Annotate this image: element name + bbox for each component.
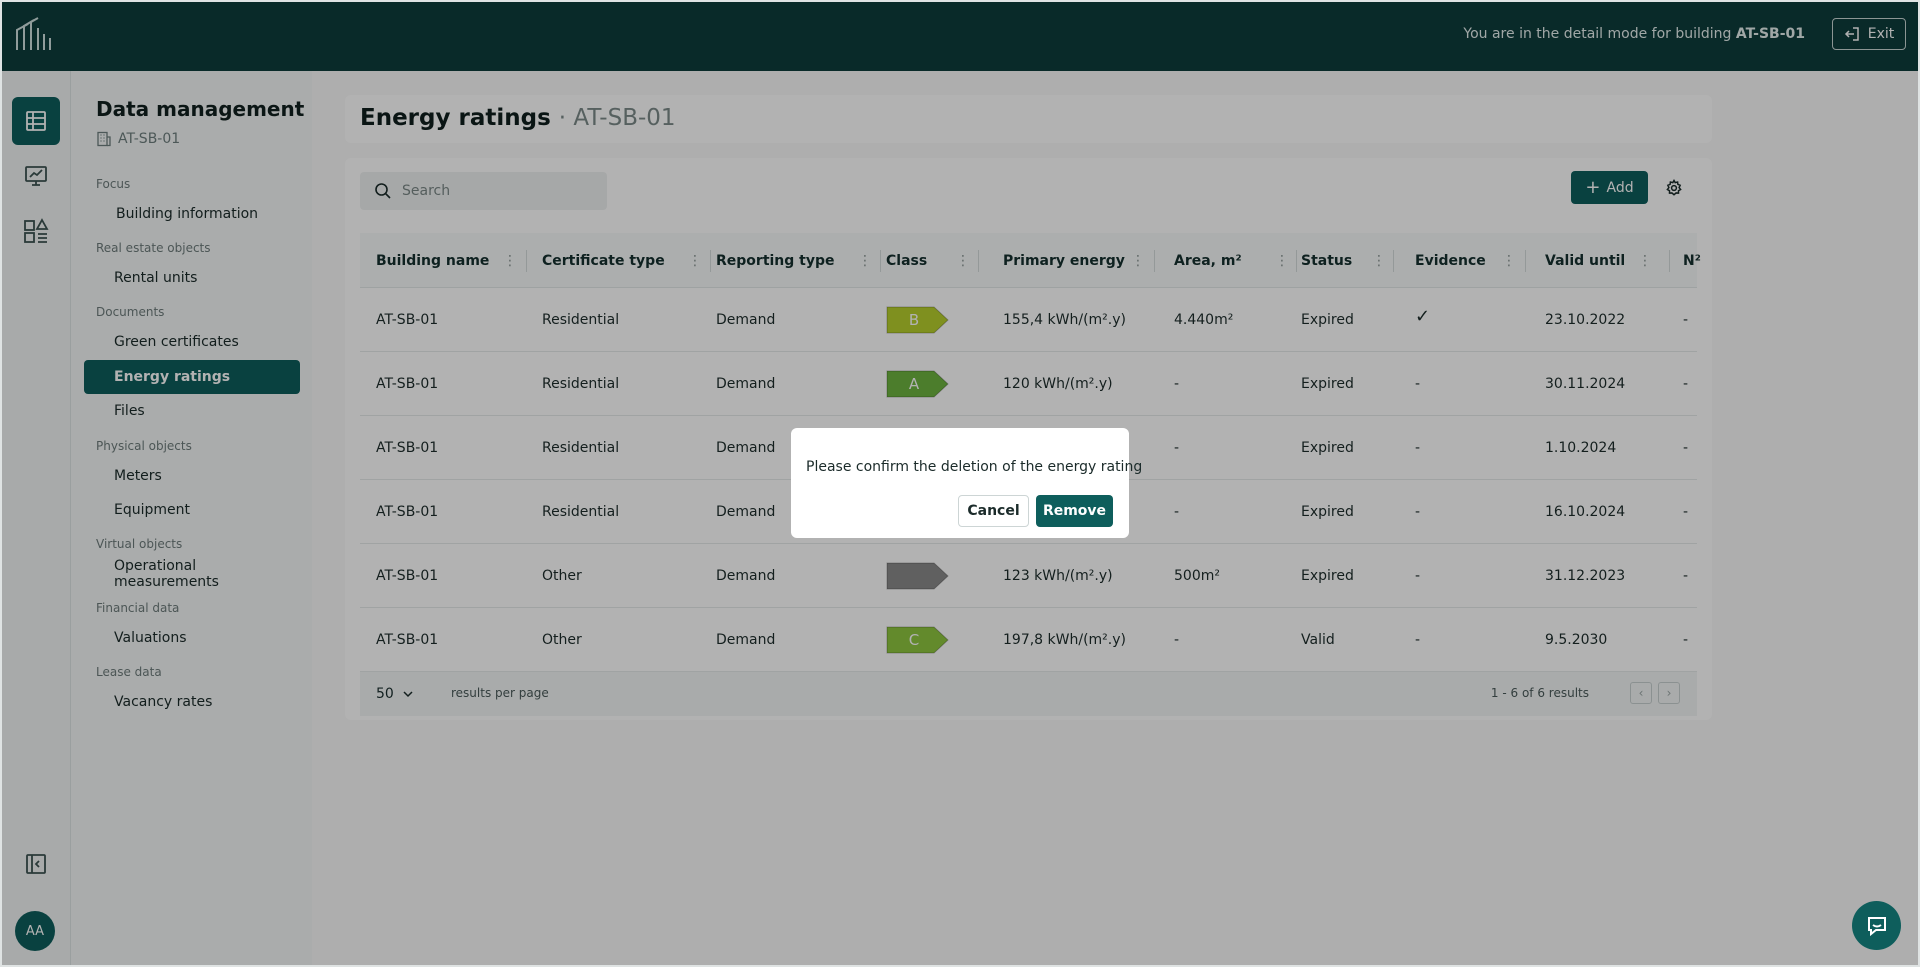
dialog-message: Please confirm the deletion of the energ…: [806, 459, 1143, 475]
remove-button[interactable]: Remove: [1036, 495, 1113, 527]
chat-launcher-button[interactable]: [1852, 901, 1901, 950]
chat-icon: [1867, 916, 1886, 936]
confirm-delete-dialog: Please confirm the deletion of the energ…: [791, 428, 1142, 538]
app-root: You are in the detail mode for building …: [0, 0, 1920, 967]
cancel-button[interactable]: Cancel: [958, 495, 1029, 527]
